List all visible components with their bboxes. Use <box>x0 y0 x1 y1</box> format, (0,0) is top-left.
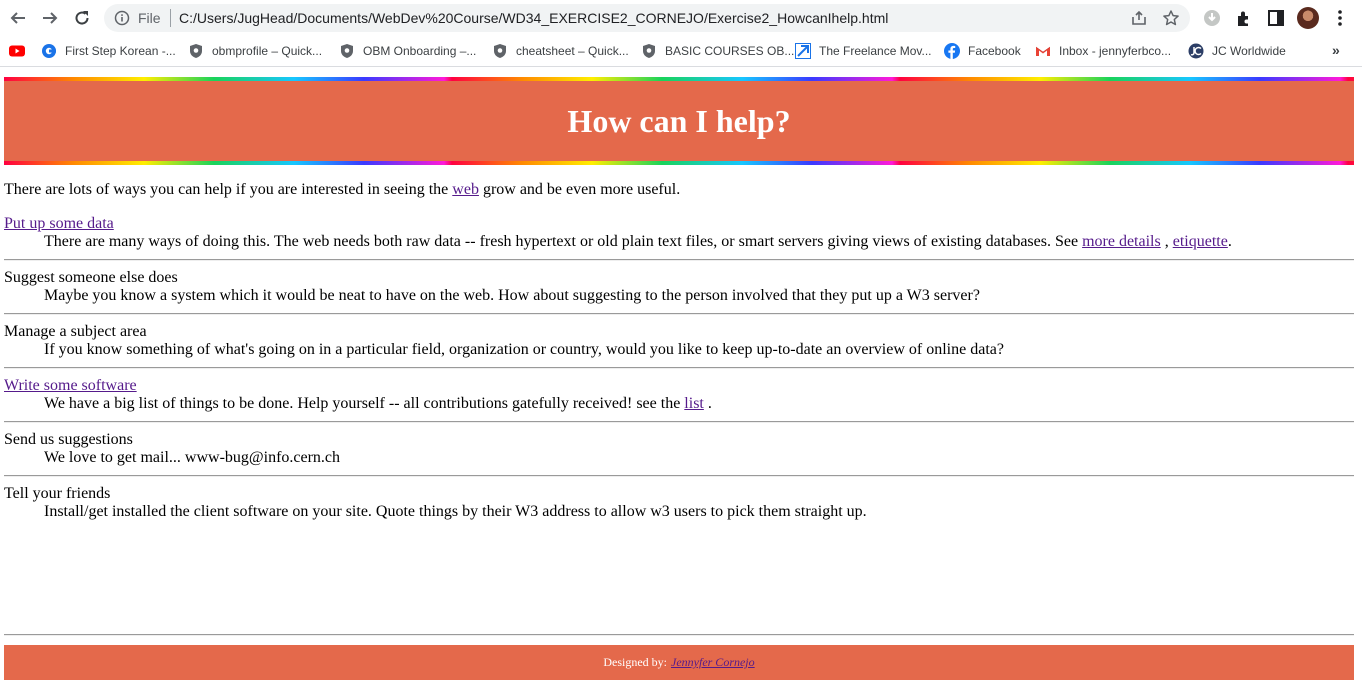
info-icon[interactable] <box>114 10 130 26</box>
divider <box>4 421 1354 423</box>
omnibox-divider <box>170 9 171 27</box>
footer-label: Designed by: <box>603 655 667 669</box>
list-item: Suggest someone else does Maybe you know… <box>4 269 1354 305</box>
bookmark-gmail[interactable]: Inbox - jennyferbco... <box>1035 42 1171 60</box>
page-content: How can I help? There are lots of ways y… <box>0 67 1362 690</box>
facebook-icon <box>944 43 960 59</box>
address-bar[interactable]: File C:/Users/JugHead/Documents/WebDev%2… <box>104 4 1190 32</box>
freelance-icon <box>795 43 811 59</box>
browser-toolbar: File C:/Users/JugHead/Documents/WebDev%2… <box>0 0 1362 36</box>
more-bookmarks-button[interactable]: » <box>1332 42 1340 58</box>
shield-icon <box>494 44 506 58</box>
forward-button[interactable] <box>37 5 63 31</box>
avatar[interactable] <box>1297 7 1319 29</box>
entry-description: We love to get mail... www-bug@info.cern… <box>44 449 341 466</box>
entry-description: Maybe you know a system which it would b… <box>44 287 980 304</box>
bookmark-first-step-korean[interactable]: First Step Korean -... <box>41 42 176 60</box>
bookmarks-bar: First Step Korean -... obmprofile – Quic… <box>0 36 1362 67</box>
header-banner: How can I help? <box>4 77 1354 165</box>
entry-term: Send us suggestions <box>4 431 133 448</box>
list-item: Write some software We have a big list o… <box>4 377 1354 413</box>
list-item: Tell your friends Install/get installed … <box>4 485 1354 521</box>
divider <box>4 475 1354 477</box>
etiquette-link[interactable]: etiquette <box>1173 233 1228 250</box>
back-button[interactable] <box>5 5 31 31</box>
star-icon[interactable] <box>1162 9 1180 27</box>
url-text[interactable]: C:/Users/JugHead/Documents/WebDev%20Cour… <box>179 10 888 26</box>
arrow-right-icon <box>43 12 58 24</box>
bookmark-obm-onboarding[interactable]: OBM Onboarding –... <box>339 42 476 60</box>
entry-term: Manage a subject area <box>4 323 147 340</box>
entry-description: We have a big list of things to be done.… <box>44 395 712 412</box>
scheme-label: File <box>138 10 161 26</box>
web-link[interactable]: web <box>452 181 479 198</box>
bookmark-jc-worldwide[interactable]: JC Worldwide <box>1188 42 1286 60</box>
list-item: Manage a subject area If you know someth… <box>4 323 1354 359</box>
bookmark-freelance[interactable]: The Freelance Mov... <box>795 42 932 60</box>
divider <box>4 367 1354 369</box>
share-icon[interactable] <box>1130 9 1148 27</box>
entry-description: Install/get installed the client softwar… <box>44 503 867 520</box>
rainbow-border-bottom <box>4 161 1354 165</box>
footer-divider <box>4 634 1354 636</box>
author-link[interactable]: Jennyfer Cornejo <box>671 655 755 670</box>
intro-paragraph: There are lots of ways you can help if y… <box>4 181 681 198</box>
divider <box>4 259 1354 261</box>
bookmark-cheatsheet[interactable]: cheatsheet – Quick... <box>492 42 629 60</box>
list-item: Send us suggestions We love to get mail.… <box>4 431 1354 467</box>
write-software-link[interactable]: Write some software <box>4 377 137 394</box>
coursera-icon <box>42 44 56 58</box>
shield-icon <box>190 44 202 58</box>
bookmark-youtube[interactable] <box>9 42 33 60</box>
list-item: Put up some data There are many ways of … <box>4 215 1354 251</box>
gmail-icon <box>1035 46 1051 56</box>
jc-icon <box>1188 43 1204 59</box>
bookmark-basic-courses[interactable]: BASIC COURSES OB... <box>641 42 794 60</box>
extensions-icon[interactable] <box>1234 8 1254 28</box>
entry-description: There are many ways of doing this. The w… <box>44 233 1232 250</box>
footer: Designed by: Jennyfer Cornejo <box>4 645 1354 680</box>
page-title: How can I help? <box>567 102 791 139</box>
put-up-data-link[interactable]: Put up some data <box>4 215 114 232</box>
reload-button[interactable] <box>69 5 95 31</box>
bookmark-obmprofile[interactable]: obmprofile – Quick... <box>188 42 322 60</box>
more-details-link[interactable]: more details <box>1082 233 1161 250</box>
list-link[interactable]: list <box>684 395 704 412</box>
shield-icon <box>643 44 655 58</box>
youtube-icon <box>9 45 25 57</box>
arrow-left-icon <box>10 12 25 24</box>
entry-term: Suggest someone else does <box>4 269 178 286</box>
entry-term: Tell your friends <box>4 485 111 502</box>
side-panel-icon[interactable] <box>1266 8 1286 28</box>
download-icon[interactable] <box>1202 8 1222 28</box>
menu-icon[interactable] <box>1330 8 1350 28</box>
shield-icon <box>341 44 353 58</box>
entry-description: If you know something of what's going on… <box>44 341 1004 358</box>
reload-icon <box>75 11 89 25</box>
bookmark-facebook[interactable]: Facebook <box>944 42 1021 60</box>
divider <box>4 313 1354 315</box>
